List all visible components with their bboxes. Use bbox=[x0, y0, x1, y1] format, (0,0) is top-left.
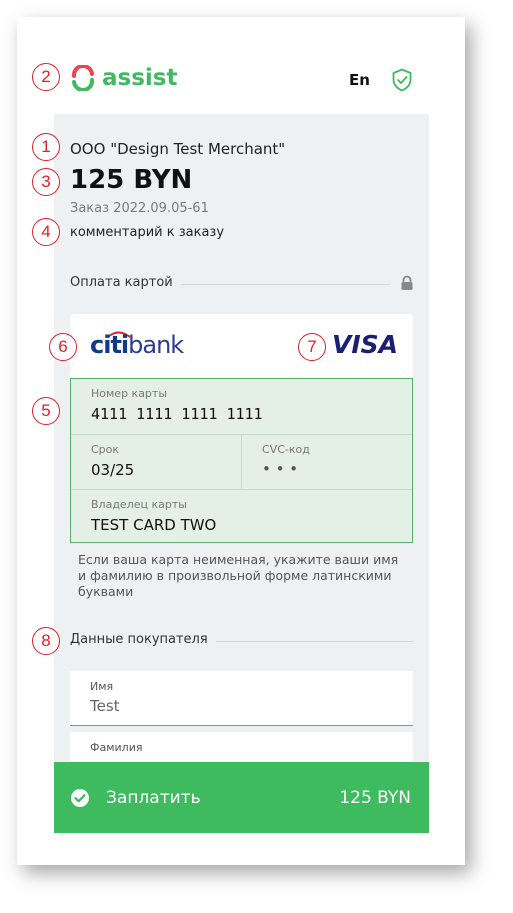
callout-4: 4 bbox=[32, 218, 60, 246]
pay-button[interactable]: Заплатить 125 BYN bbox=[54, 762, 429, 833]
lock-icon bbox=[401, 275, 413, 290]
citibank-logo-bank: bank bbox=[128, 331, 184, 359]
cvc-label: CVC-код bbox=[262, 443, 310, 456]
visa-logo: VISA bbox=[332, 330, 399, 359]
card-number-label: Номер карты bbox=[91, 387, 168, 400]
bank-card: citibank VISA Номер карты 4111 1111 1111… bbox=[70, 314, 413, 543]
callout-5: 5 bbox=[32, 397, 60, 425]
check-circle-icon bbox=[71, 789, 89, 807]
first-name-label: Имя bbox=[90, 680, 114, 693]
assist-logo-icon bbox=[71, 65, 95, 91]
callout-7: 7 bbox=[298, 333, 326, 361]
order-amount: 125 BYN bbox=[70, 165, 193, 195]
header: assist En bbox=[54, 50, 429, 114]
cvc-field[interactable]: CVC-код • • • bbox=[242, 434, 412, 489]
assist-logo: assist bbox=[70, 65, 177, 91]
first-name-field[interactable]: Имя Test bbox=[70, 671, 413, 726]
card-holder-value[interactable]: TEST CARD TWO bbox=[91, 516, 216, 534]
card-holder-field[interactable]: Владелец карты TEST CARD TWO bbox=[71, 489, 412, 543]
expiry-label: Срок bbox=[91, 443, 120, 456]
last-name-label: Фамилия bbox=[90, 741, 143, 754]
card-holder-hint: Если ваша карта неименная, укажите ваши … bbox=[78, 552, 399, 599]
expiry-field[interactable]: Срок 03/25 bbox=[71, 434, 241, 489]
card-fields: Номер карты 4111 1111 1111 1111 Срок 03/… bbox=[70, 378, 413, 543]
citibank-logo: citibank bbox=[90, 331, 184, 359]
callout-2: 2 bbox=[32, 63, 60, 91]
first-name-value[interactable]: Test bbox=[90, 697, 120, 715]
language-switch[interactable]: En bbox=[349, 71, 370, 89]
card-section-title: Оплата картой bbox=[70, 275, 181, 290]
assist-logo-text: assist bbox=[102, 65, 178, 91]
pay-button-amount: 125 BYN bbox=[339, 788, 411, 808]
citibank-logo-citi: citi bbox=[90, 331, 129, 359]
buyer-section-title: Данные покупателя bbox=[70, 632, 216, 647]
cvc-value[interactable]: • • • bbox=[262, 460, 298, 478]
expiry-value[interactable]: 03/25 bbox=[91, 461, 134, 479]
order-comment: комментарий к заказу bbox=[70, 225, 225, 240]
pay-button-label: Заплатить bbox=[106, 788, 201, 808]
order-number-value: 2022.09.05-61 bbox=[113, 201, 209, 216]
card-holder-label: Владелец карты bbox=[91, 498, 187, 511]
order-number: Заказ 2022.09.05-61 bbox=[70, 201, 209, 216]
card-number-field[interactable]: Номер карты 4111 1111 1111 1111 bbox=[71, 379, 412, 435]
shield-check-icon[interactable] bbox=[391, 68, 413, 92]
callout-3: 3 bbox=[32, 168, 60, 196]
card-number-value[interactable]: 4111 1111 1111 1111 bbox=[91, 405, 263, 423]
callout-1: 1 bbox=[32, 133, 60, 161]
merchant-name: ООО "Design Test Merchant" bbox=[70, 140, 286, 158]
callout-8: 8 bbox=[32, 627, 60, 655]
payment-page: assist En ООО "Design Test Merchant" 125… bbox=[54, 50, 429, 833]
callout-6: 6 bbox=[49, 333, 77, 361]
order-label: Заказ bbox=[70, 201, 110, 216]
expiry-cvc-divider bbox=[241, 434, 242, 489]
